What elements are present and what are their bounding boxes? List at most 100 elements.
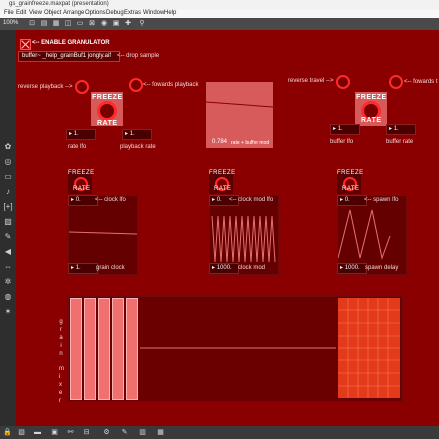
number-icon[interactable]: ▣	[112, 20, 120, 28]
menu-arrange[interactable]: Arrange	[63, 10, 84, 16]
grain-grid-lines	[338, 298, 400, 398]
buffer-lfo-number[interactable]: ▸ 1.	[330, 124, 360, 135]
target-icon[interactable]: ◎	[3, 157, 13, 167]
forwards-travel-label: <-- fowards t	[404, 79, 438, 85]
window-icon[interactable]: ▣	[50, 428, 59, 437]
music-icon[interactable]: ♪	[3, 187, 13, 197]
debug-icon[interactable]: ⚙	[102, 428, 111, 437]
grain-clock-value: 1.	[75, 265, 81, 271]
playback-rate-label: RATE	[97, 120, 118, 127]
menu-debug[interactable]: Debug	[106, 10, 124, 16]
wrench-icon[interactable]: ✎	[120, 428, 129, 437]
zoom-level[interactable]: 100%	[3, 20, 18, 26]
clock-mod-freeze-label: FREEZE	[209, 170, 236, 176]
playback-rate-label-text: playback rate	[120, 144, 156, 150]
grain-mixer-label-bottom: mixer	[59, 365, 67, 405]
menu-view[interactable]: View	[29, 10, 42, 16]
menu-help[interactable]: Help	[164, 10, 176, 16]
folder-icon[interactable]: ▭	[3, 172, 13, 182]
rate-lfo-number[interactable]: ▸ 1.	[66, 129, 96, 140]
grain-clock-number[interactable]: ▸ 1.	[68, 263, 98, 274]
bracket-icon[interactable]: [+]	[3, 202, 13, 212]
spawn-lfo-value: 0.	[344, 197, 350, 203]
palette-icon[interactable]: ✿	[3, 142, 13, 152]
enable-toggle[interactable]	[20, 39, 31, 50]
buffer-rate-label: buffer rate	[386, 139, 414, 145]
reverse-travel-label: reverse travel -->	[288, 78, 334, 84]
grid-view-icon[interactable]: ▦	[156, 428, 165, 437]
bottom-toolbar: 🔒 ▧ ▬ ▣ ⚯ ⊟ ⚙ ✎ ▥ ▦	[0, 426, 439, 439]
buffer-rate-number[interactable]: ▸ 1.	[386, 124, 416, 135]
reverse-playback-label: reverse playback -->	[18, 84, 73, 90]
left-sidebar: ✿ ◎ ▭ ♪ [+] ▨ ✎ ◀ ⇔ ✲ ◍ ✶	[0, 30, 16, 426]
rate-lfo-value: 1.	[73, 131, 79, 137]
grain-clock-label: grain clock	[96, 265, 125, 271]
reverse-travel-button[interactable]	[336, 75, 350, 89]
enable-label: <-- ENABLE GRANULATOR	[32, 40, 110, 46]
tag-icon[interactable]: ⊟	[82, 428, 91, 437]
spawn-delay-number[interactable]: ▸ 1000.	[337, 263, 367, 274]
clock-lfo-value: 0.	[75, 197, 81, 203]
clock-mod-number[interactable]: ▸ 1000.	[209, 263, 239, 274]
cog-icon[interactable]: ✲	[3, 277, 13, 287]
playback-rate-value: 1.	[129, 131, 135, 137]
menu-edit[interactable]: Edit	[16, 10, 26, 16]
presentation-icon[interactable]: ▤	[40, 20, 48, 28]
spawn-freeze-label: FREEZE	[337, 170, 364, 176]
buffer-lfo-value: 1.	[337, 126, 343, 132]
object-icon[interactable]: ◫	[64, 20, 72, 28]
forwards-travel-button[interactable]	[389, 75, 403, 89]
menu-file[interactable]: File	[4, 10, 14, 16]
travel-rate-label: RATE	[361, 117, 382, 124]
toolbar: 100% ⊡ ▤ ▦ ◫ ▭ ⊠ ◉ ▣ ✚ ⚲	[0, 18, 439, 30]
mixer-fader-2[interactable]	[84, 298, 96, 400]
buffer-rate-value: 1.	[393, 126, 399, 132]
mixer-fader-1[interactable]	[70, 298, 82, 400]
mixer-fader-4[interactable]	[112, 298, 124, 400]
clock-mod-lfo-label: <-- clock mod lfo	[229, 197, 274, 203]
mixer-fader-5[interactable]	[126, 298, 138, 400]
clock-lfo-number[interactable]: ▸ 0.	[68, 195, 98, 206]
globe-icon[interactable]: ◍	[3, 292, 13, 302]
grain-grid[interactable]	[338, 298, 400, 398]
clock-rate-label: RATE	[73, 186, 91, 192]
clock-mod-label: clock mod	[238, 265, 266, 271]
piano-icon[interactable]: ▥	[138, 428, 147, 437]
cable-icon[interactable]: ⇔	[3, 262, 13, 272]
link-icon[interactable]: ⚯	[66, 428, 75, 437]
image-icon[interactable]: ▨	[3, 217, 13, 227]
playback-rate-dial[interactable]	[97, 101, 117, 121]
button-icon[interactable]: ◉	[100, 20, 108, 28]
spawn-lfo-label: <-- spawn lfo	[364, 197, 399, 203]
spawn-rate-label: RATE	[342, 186, 360, 192]
edit-icon[interactable]: ▧	[17, 428, 26, 437]
mixer-label: mixer	[59, 366, 64, 404]
playback-rate-number[interactable]: ▸ 1.	[122, 129, 152, 140]
menu-options[interactable]: Options	[85, 10, 106, 16]
lock-icon[interactable]: ⊡	[28, 20, 36, 28]
mixer-fader-3[interactable]	[98, 298, 110, 400]
buffer-message[interactable]: buffer~ _help_grainBuf1 jongly.aif	[18, 51, 120, 62]
reverse-playback-button[interactable]	[75, 80, 89, 94]
spawn-delay-value: 1000.	[344, 265, 360, 271]
clip-icon[interactable]: ✎	[3, 232, 13, 242]
rate-lfo-label: rate lfo	[68, 144, 87, 150]
forwards-playback-button[interactable]	[129, 78, 143, 92]
menu-bar: File Edit View Object Arrange Options De…	[0, 10, 439, 18]
audio-icon[interactable]: ⚲	[138, 20, 146, 28]
menu-object[interactable]: Object	[44, 10, 61, 16]
star-icon[interactable]: ✶	[3, 307, 13, 317]
comment-icon[interactable]: ▬	[33, 428, 42, 437]
menu-window[interactable]: Window	[143, 10, 164, 16]
toggle-icon[interactable]: ⊠	[88, 20, 96, 28]
add-icon[interactable]: ✚	[124, 20, 132, 28]
travel-freeze-label: FREEZE	[356, 94, 387, 101]
lock-icon[interactable]: 🔒	[3, 428, 12, 437]
message-icon[interactable]: ▭	[76, 20, 84, 28]
speaker-icon[interactable]: ◀	[3, 247, 13, 257]
grid-icon[interactable]: ▦	[52, 20, 60, 28]
grain-label: grain	[59, 319, 63, 357]
spawn-lfo-number[interactable]: ▸ 0.	[337, 195, 367, 206]
clock-mod-rate-label: RATE	[214, 186, 232, 192]
menu-extras[interactable]: Extras	[124, 10, 141, 16]
